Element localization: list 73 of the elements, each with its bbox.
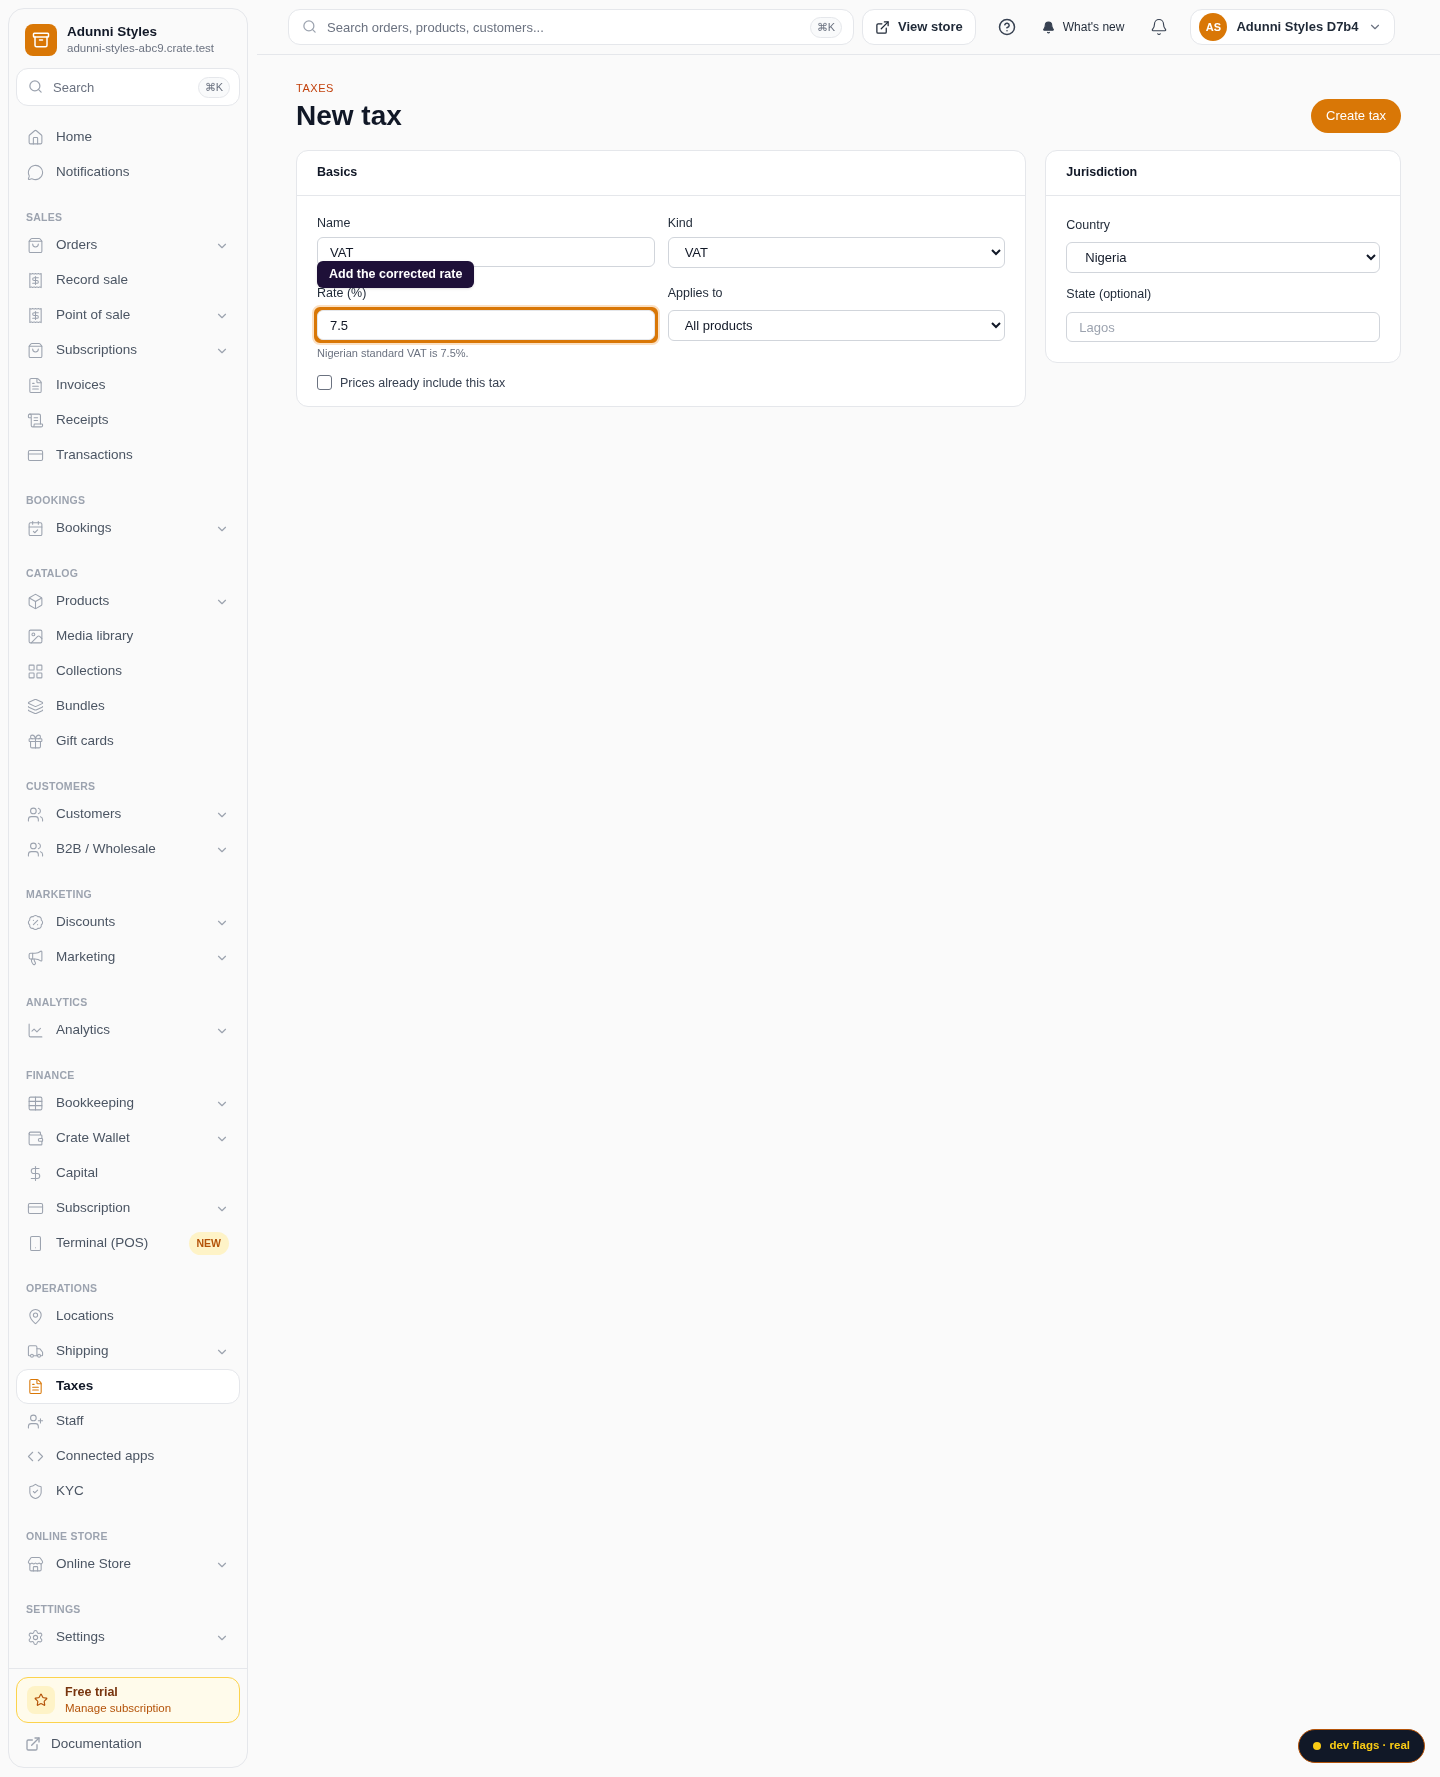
nav-item[interactable]: Locations — [16, 1299, 240, 1334]
section-heading: SETTINGS — [26, 1603, 81, 1615]
rate-field[interactable]: 7.5 — [312, 305, 660, 345]
field-label: Kind — [667, 214, 694, 232]
section-heading: OPERATIONS — [26, 1282, 98, 1294]
field-label: State (optional) — [1066, 286, 1153, 304]
nav-item[interactable]: Record sale — [16, 263, 240, 298]
checkbox-label: Prices already include this tax — [340, 374, 506, 392]
nav-item[interactable]: Terminal (POS) NEW — [16, 1226, 240, 1261]
country-select[interactable]: Nigeria — [1066, 242, 1380, 274]
nav-item[interactable]: Marketing — [16, 940, 240, 975]
section-heading: SALES — [26, 211, 63, 223]
whats-new-button[interactable]: What's new — [1037, 9, 1129, 45]
field-label: Country — [1066, 216, 1112, 234]
nav-item[interactable]: Media library — [16, 619, 240, 654]
nav-item[interactable]: Subscriptions — [16, 333, 240, 368]
section-heading: ANALYTICS — [26, 996, 88, 1008]
nav-item[interactable]: Notifications — [16, 155, 240, 190]
dev-flags-badge[interactable]: dev flags · real — [1298, 1729, 1425, 1763]
nav-item[interactable]: Invoices — [16, 368, 240, 403]
view-store-button[interactable]: View store — [862, 9, 976, 45]
section-heading: FINANCE — [26, 1069, 75, 1081]
state-field[interactable]: Lagos — [1066, 312, 1380, 342]
nav-item[interactable]: Products — [16, 584, 240, 619]
manage-subscription-link[interactable]: Manage subscription — [65, 1700, 172, 1715]
nav-item[interactable]: B2B / Wholesale — [16, 832, 240, 867]
kind-select[interactable]: VAT — [667, 237, 1006, 269]
nav-item[interactable]: Collections — [16, 654, 240, 689]
page-title: New tax — [296, 98, 402, 133]
card-title: Basics — [317, 164, 358, 182]
section-heading: BOOKINGS — [26, 494, 86, 506]
documentation-link[interactable]: Documentation — [16, 1725, 240, 1763]
nav-item[interactable]: Settings — [16, 1620, 240, 1655]
store-name: Adunni Styles — [67, 24, 158, 42]
nav-item[interactable]: Online Store — [16, 1547, 240, 1582]
nav-item[interactable]: Taxes — [16, 1369, 240, 1404]
card-title: Jurisdiction — [1066, 164, 1138, 182]
nav-item[interactable]: Connected apps — [16, 1439, 240, 1474]
nav-item[interactable]: Analytics — [16, 1013, 240, 1048]
nav-item[interactable]: Crate Wallet — [16, 1121, 240, 1156]
breadcrumb: TAXES — [296, 81, 335, 96]
field-label: Rate (%) — [317, 285, 368, 303]
applies-to-select[interactable]: All products — [667, 310, 1006, 341]
section-heading: CATALOG — [26, 567, 79, 579]
section-heading: CUSTOMERS — [26, 780, 96, 792]
trial-title: Free trial — [65, 1685, 119, 1701]
store-domain: adunni-styles-abc9.crate.test — [67, 41, 215, 56]
nav-item[interactable]: Bookings — [16, 511, 240, 546]
nav-item[interactable]: Transactions — [16, 438, 240, 473]
nav-item[interactable]: Orders — [16, 228, 240, 263]
nav-item[interactable]: Bundles — [16, 689, 240, 724]
nav-item[interactable]: Subscription — [16, 1191, 240, 1226]
nav-item[interactable]: KYC — [16, 1474, 240, 1509]
account-button[interactable]: AS Adunni Styles D7b4 — [1190, 9, 1395, 45]
nav-item[interactable]: Receipts — [16, 403, 240, 438]
nav-item[interactable]: Gift cards — [16, 724, 240, 759]
nav-item[interactable]: Staff — [16, 1404, 240, 1439]
section-heading: ONLINE STORE — [26, 1530, 108, 1542]
nav-item[interactable]: Shipping — [16, 1334, 240, 1369]
nav-item[interactable]: Bookkeeping — [16, 1086, 240, 1121]
nav-item[interactable]: Point of sale — [16, 298, 240, 333]
nav-item[interactable]: Discounts — [16, 905, 240, 940]
free-trial-card[interactable]: Free trial Manage subscription — [16, 1677, 240, 1723]
new-badge: NEW — [188, 1231, 229, 1256]
nav-item[interactable]: Home — [16, 120, 240, 155]
field-label: Applies to — [667, 285, 724, 303]
avatar: AS — [1199, 13, 1228, 41]
field-hint: Nigerian standard VAT is 7.5%. — [317, 346, 470, 361]
nav-item[interactable]: Capital — [16, 1156, 240, 1191]
nav-item[interactable]: Customers — [16, 797, 240, 832]
tooltip: Add the corrected rate — [317, 261, 475, 288]
field-label: Name — [317, 214, 352, 232]
section-heading: MARKETING — [26, 888, 92, 900]
